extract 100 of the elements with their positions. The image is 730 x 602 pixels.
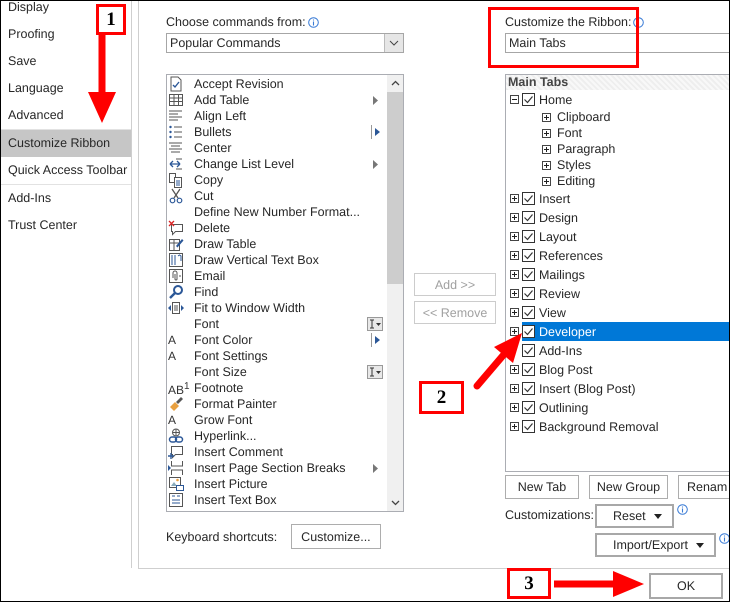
tree-item[interactable]: Add-Ins [522, 341, 729, 360]
expand-icon[interactable] [510, 194, 519, 203]
command-item[interactable]: Hyperlink... [167, 428, 387, 444]
checked-checkbox[interactable] [522, 344, 535, 357]
command-item[interactable]: Change List Level [167, 156, 387, 172]
checked-checkbox[interactable] [522, 230, 535, 243]
expand-icon[interactable] [510, 422, 519, 431]
customize-button[interactable]: Customize... [291, 524, 381, 549]
command-item[interactable]: Fit to Window Width [167, 300, 387, 316]
tree-item[interactable]: Clipboard [557, 110, 611, 124]
command-item[interactable]: Cut [167, 188, 387, 204]
expand-icon[interactable] [510, 308, 519, 317]
command-item[interactable]: Draw Table [167, 236, 387, 252]
collapse-icon[interactable] [510, 95, 519, 104]
tree-item[interactable]: Editing [557, 174, 596, 188]
command-item[interactable]: A Grow Font [167, 412, 387, 428]
tree-item[interactable]: Mailings [522, 265, 729, 284]
command-item[interactable]: Add Table [167, 92, 387, 108]
tree-item[interactable]: Styles [557, 158, 592, 172]
command-item[interactable]: Center [167, 140, 387, 156]
tree-item[interactable]: View [522, 303, 729, 322]
split-arrow-icon [370, 332, 380, 348]
command-item[interactable]: Format Painter [167, 396, 387, 412]
expand-icon[interactable] [510, 365, 519, 374]
sidebar-item[interactable]: Save [1, 48, 40, 75]
command-item[interactable]: Align Left [167, 108, 387, 124]
expand-icon[interactable] [510, 270, 519, 279]
checked-checkbox[interactable] [522, 249, 535, 262]
sidebar-item[interactable]: Proofing [1, 21, 59, 48]
command-item[interactable]: Font Size [167, 364, 387, 380]
sidebar-item[interactable]: Display [1, 1, 53, 21]
expand-icon[interactable] [542, 160, 551, 170]
checked-checkbox[interactable] [522, 401, 535, 414]
checked-checkbox[interactable] [522, 287, 535, 300]
command-item[interactable]: Draw Vertical Text Box [167, 252, 387, 268]
tree-item[interactable]: Background Removal [522, 417, 729, 436]
checked-checkbox[interactable] [522, 211, 535, 224]
sidebar-item[interactable]: Quick Access Toolbar [1, 157, 132, 184]
ribbon-button[interactable]: Renam [678, 475, 729, 499]
command-item[interactable]: Find [167, 284, 387, 300]
expand-icon[interactable] [510, 403, 519, 412]
ribbon-dropdown[interactable]: Main Tabs [505, 33, 729, 53]
checked-checkbox[interactable] [522, 363, 535, 376]
command-item[interactable]: Delete [167, 220, 387, 236]
tree-item[interactable]: Insert (Blog Post) [522, 379, 729, 398]
command-item[interactable]: AB$^{1}$ Footnote [167, 380, 387, 396]
checked-checkbox[interactable] [522, 306, 535, 319]
command-item[interactable]: Insert Picture [167, 476, 387, 492]
tree-item[interactable]: Layout [522, 227, 729, 246]
expand-icon[interactable] [510, 289, 519, 298]
expand-icon[interactable] [542, 176, 551, 186]
ok-button[interactable]: OK [649, 572, 723, 598]
double-arrow-icon [168, 156, 184, 172]
sidebar-item[interactable]: Advanced [1, 102, 68, 129]
tree-item[interactable]: Paragraph [557, 142, 616, 156]
command-item[interactable]: Accept Revision [167, 76, 387, 92]
sidebar-item[interactable]: Language [1, 75, 68, 102]
expand-icon[interactable] [510, 327, 519, 336]
checked-checkbox[interactable] [522, 325, 535, 338]
tree-item[interactable]: References [522, 246, 729, 265]
checked-checkbox[interactable] [522, 268, 535, 281]
tree-item[interactable]: Insert [522, 189, 729, 208]
tree-item[interactable]: Developer [522, 322, 729, 341]
ribbon-button[interactable]: New Tab [505, 475, 579, 499]
expand-icon[interactable] [510, 251, 519, 260]
command-item[interactable]: A Font Settings [167, 348, 387, 364]
expand-icon[interactable] [510, 213, 519, 222]
expand-icon[interactable] [510, 384, 519, 393]
command-item[interactable]: Insert Text Box [167, 492, 387, 508]
dropdown-button[interactable]: Reset [594, 504, 674, 528]
tree-item[interactable]: Home [522, 90, 729, 109]
command-item[interactable]: Insert Page Section Breaks [167, 460, 387, 476]
command-item[interactable]: Copy [167, 172, 387, 188]
command-item[interactable]: Insert Comment [167, 444, 387, 460]
checked-checkbox[interactable] [522, 93, 535, 106]
command-item[interactable]: Define New Number Format... [167, 204, 387, 220]
command-item[interactable]: A Font Color [167, 332, 387, 348]
tree-item[interactable]: Design [522, 208, 729, 227]
expand-icon[interactable] [510, 232, 519, 241]
tree-item[interactable]: Blog Post [522, 360, 729, 379]
sidebar-item[interactable]: Trust Center [1, 212, 82, 239]
sidebar-item[interactable]: Customize Ribbon [1, 130, 131, 157]
tree-item[interactable]: Font [557, 126, 582, 140]
checked-checkbox[interactable] [522, 192, 535, 205]
checked-checkbox[interactable] [522, 382, 535, 395]
expand-icon[interactable] [542, 112, 551, 122]
checked-checkbox[interactable] [522, 420, 535, 433]
scrollbar[interactable] [387, 75, 403, 511]
comment-add-icon [168, 444, 184, 460]
command-item[interactable]: Bullets [167, 124, 387, 140]
expand-icon[interactable] [542, 144, 551, 154]
sidebar-item[interactable]: Add-Ins [1, 185, 56, 212]
ribbon-button[interactable]: New Group [589, 475, 668, 499]
command-item[interactable]: Font [167, 316, 387, 332]
command-item[interactable]: Email [167, 268, 387, 284]
tree-item[interactable]: Review [522, 284, 729, 303]
commands-dropdown[interactable]: Popular Commands [166, 33, 404, 53]
dropdown-button[interactable]: Import/Export [594, 533, 716, 557]
tree-item[interactable]: Outlining [522, 398, 729, 417]
expand-icon[interactable] [542, 128, 551, 138]
